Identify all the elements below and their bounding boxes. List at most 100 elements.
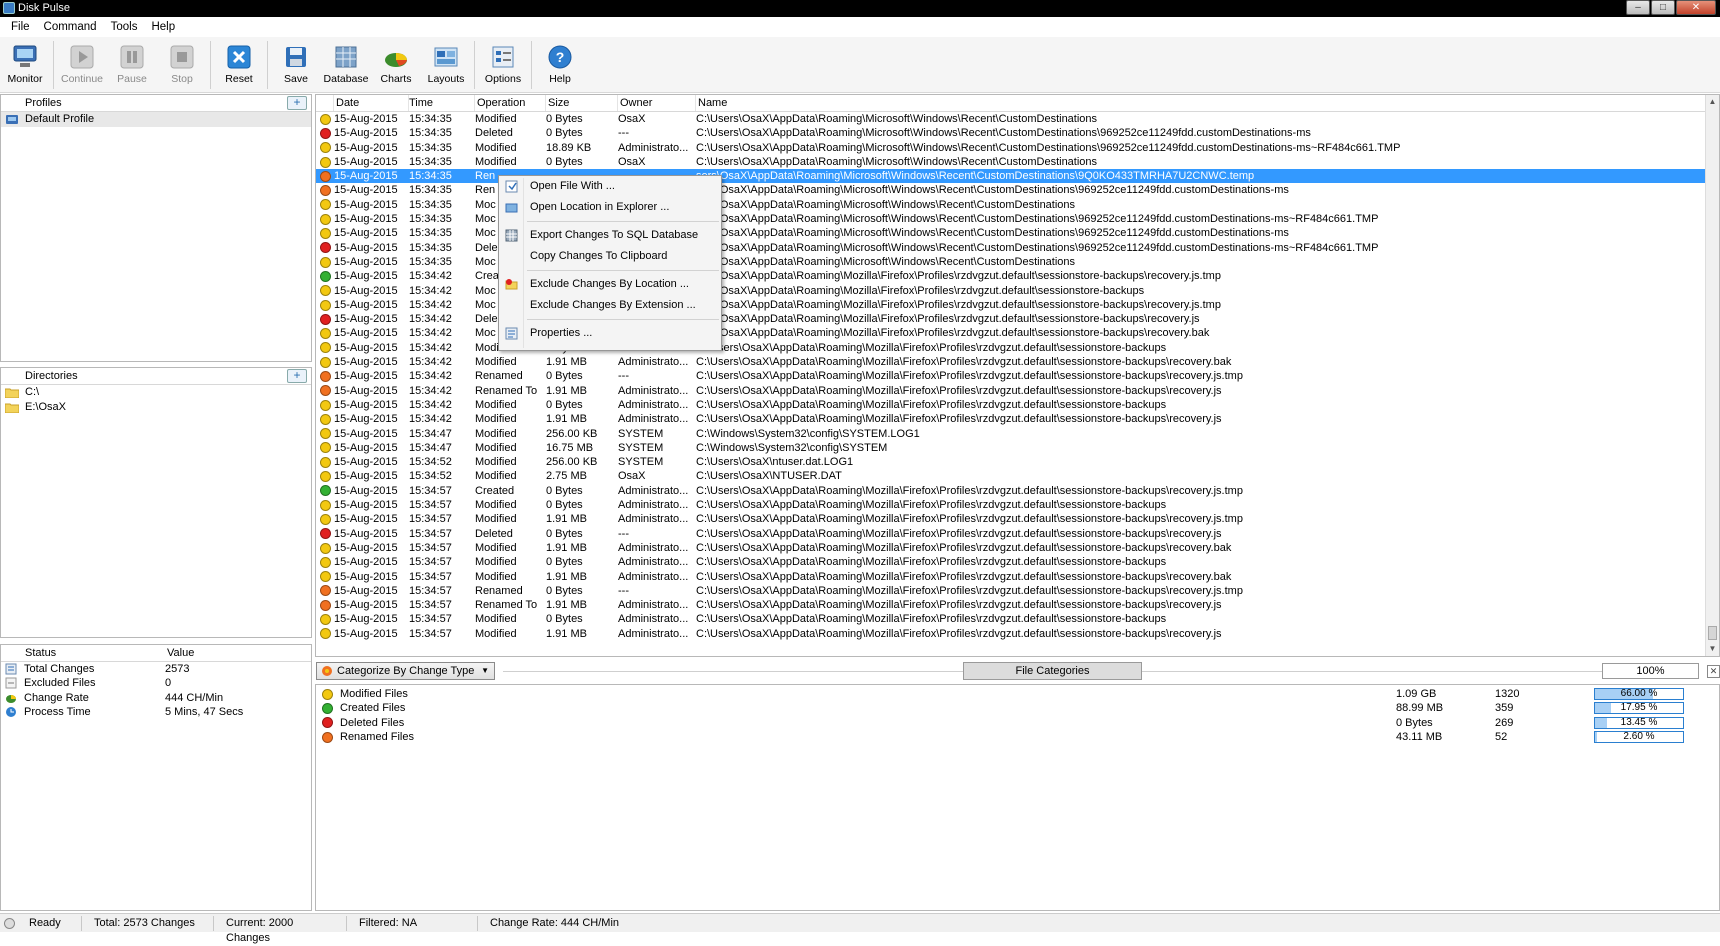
charts-button[interactable]: Charts [371,37,421,92]
menu-copy-changes-to-clipboard[interactable]: Copy Changes To Clipboard [499,246,721,267]
category-size: 88.99 MB [1396,702,1444,715]
excluded-files-icon [5,677,17,689]
table-row[interactable]: 15-Aug-2015 15:34:57 Renamed 0 Bytes --- C:\U… [316,584,1719,598]
menu-exclude-changes-by-location[interactable]: Exclude Changes By Location ... [499,274,721,295]
name-cell: sers\OsaX\AppData\Roaming\Mozilla\Firefo… [696,284,1145,297]
monitor-button[interactable]: Monitor [0,37,50,92]
table-row[interactable]: 15-Aug-2015 15:34:52 Modified 2.75 MB OsaX C:… [316,469,1719,483]
table-row[interactable]: 15-Aug-2015 15:34:57 Renamed To 1.91 MB Admi… [316,598,1719,612]
toolbar-label: Options [484,73,522,85]
category-row[interactable]: Renamed Files 43.11 MB 52 2.60 % [316,730,1719,744]
menu-help[interactable]: Help [144,21,182,33]
directory-item[interactable]: C:\ [1,385,311,400]
menu-tools[interactable]: Tools [104,21,145,33]
table-row[interactable]: 15-Aug-2015 15:34:57 Modified 1.91 MB Admini… [316,627,1719,641]
col-date[interactable]: Date [334,95,409,111]
table-row[interactable]: 15-Aug-2015 15:34:57 Deleted 0 Bytes --- C:\U… [316,527,1719,541]
table-row[interactable]: 15-Aug-2015 15:34:42 Modified 1.91 MB Admini… [316,355,1719,369]
options-button[interactable]: Options [478,37,528,92]
reset-button[interactable]: Reset [214,37,264,92]
scroll-up-icon[interactable]: ▲ [1706,95,1719,109]
profiles-pane: Profiles + Default Profile [0,94,312,362]
date-cell: 15-Aug-2015 [334,184,398,197]
layouts-button[interactable]: Layouts [421,37,471,92]
menu-properties[interactable]: Properties ... [499,323,721,344]
table-row[interactable]: 15-Aug-2015 15:34:47 Modified 256.00 KB SYST… [316,427,1719,441]
menu-file[interactable]: File [4,21,37,33]
category-row[interactable]: Deleted Files 0 Bytes 269 13.45 % [316,716,1719,730]
size-cell: 0 Bytes [546,484,583,497]
menu-open-location-in-explorer[interactable]: Open Location in Explorer ... [499,197,721,218]
category-row[interactable]: Modified Files 1.09 GB 1320 66.00 % [316,687,1719,701]
table-row[interactable]: 15-Aug-2015 15:34:57 Modified 0 Bytes Admini… [316,498,1719,512]
pause-button[interactable]: Pause [107,37,157,92]
name-cell: sers\OsaX\AppData\Roaming\Microsoft\Wind… [696,184,1289,197]
table-row[interactable]: 15-Aug-2015 15:34:57 Modified 1.91 MB Admini… [316,541,1719,555]
table-row[interactable]: 15-Aug-2015 15:34:57 Modified 0 Bytes Admini… [316,555,1719,569]
table-row[interactable]: 15-Aug-2015 15:34:57 Modified 1.91 MB Admini… [316,512,1719,526]
category-row[interactable]: Created Files 88.99 MB 359 17.95 % [316,701,1719,715]
table-row[interactable]: 15-Aug-2015 15:34:35 Modified 18.89 KB Admin… [316,141,1719,155]
close-categories-icon[interactable]: ✕ [1707,664,1720,678]
vertical-scrollbar[interactable]: ▲ ▼ [1705,95,1719,656]
table-row[interactable]: 15-Aug-2015 15:34:57 Modified 0 Bytes Admini… [316,612,1719,626]
category-size: 43.11 MB [1396,730,1443,743]
col-time[interactable]: Time [409,95,475,111]
status-value: 0 [165,677,172,690]
time-cell: 15:34:57 [409,499,452,512]
add-directory-button[interactable]: + [287,369,307,383]
directory-item[interactable]: E:\OsaX [1,400,311,415]
stop-button[interactable]: Stop [157,37,207,92]
table-row[interactable]: 15-Aug-2015 15:34:42 Renamed To 1.91 MB Admi… [316,384,1719,398]
name-cell: C:\Users\OsaX\AppData\Roaming\Mozilla\Fi… [696,341,1167,354]
database-button[interactable]: Database [321,37,371,92]
date-cell: 15-Aug-2015 [334,270,398,283]
menu-command[interactable]: Command [37,21,104,33]
file-categories-button[interactable]: File Categories [963,662,1142,680]
operation-cell: Renamed To [475,384,538,397]
close-button[interactable]: ✕ [1676,0,1716,15]
scroll-down-icon[interactable]: ▼ [1706,642,1719,656]
status-change-rate: Change Rate: 444 CH/Min [490,916,620,929]
size-cell: 0 Bytes [546,127,583,140]
table-row[interactable]: 15-Aug-2015 15:34:47 Modified 16.75 MB SYSTE… [316,441,1719,455]
menu-exclude-changes-by-extension[interactable]: Exclude Changes By Extension ... [499,295,721,316]
col-name[interactable]: Name [696,95,1719,111]
categorize-dropdown[interactable]: Categorize By Change Type ▼ [316,662,495,680]
table-row[interactable]: 15-Aug-2015 15:34:52 Modified 256.00 KB SYST… [316,455,1719,469]
table-row[interactable]: 15-Aug-2015 15:34:42 Modified 1.91 MB Admini… [316,412,1719,426]
status-row: Change Rate 444 CH/Min [1,691,311,705]
col-operation[interactable]: Operation [475,95,546,111]
operation-cell: Modified [475,470,517,483]
category-percent: 13.45 % [1620,716,1658,728]
help-button[interactable]: ? Help [535,37,585,92]
save-button[interactable]: Save [271,37,321,92]
table-row[interactable]: 15-Aug-2015 15:34:57 Created 0 Bytes Adminis… [316,484,1719,498]
size-cell: 1.91 MB [546,413,587,426]
table-row[interactable]: 15-Aug-2015 15:34:57 Modified 1.91 MB Admini… [316,570,1719,584]
profile-item[interactable]: Default Profile [1,112,311,127]
table-row[interactable]: 15-Aug-2015 15:34:35 Modified 0 Bytes OsaX C:… [316,112,1719,126]
add-profile-button[interactable]: + [287,96,307,110]
scroll-thumb[interactable] [1708,626,1717,640]
maximize-button[interactable]: □ [1651,0,1675,15]
modified-status-icon [319,199,331,211]
col-owner[interactable]: Owner [618,95,696,111]
table-row[interactable]: 15-Aug-2015 15:34:35 Deleted 0 Bytes --- C:\U… [316,126,1719,140]
name-cell: C:\Users\OsaX\AppData\Roaming\Microsoft\… [696,127,1311,140]
operation-cell: Deleted [475,527,513,540]
status-ready: Ready [29,916,61,929]
folder-icon [5,388,19,398]
zoom-level[interactable]: 100% [1602,663,1699,679]
minimize-button[interactable]: – [1626,0,1650,15]
continue-button[interactable]: Continue [57,37,107,92]
table-row[interactable]: 15-Aug-2015 15:34:42 Renamed 0 Bytes --- C:\U… [316,369,1719,383]
menu-open-file-with[interactable]: Open File With ... [499,176,721,197]
table-row[interactable]: 15-Aug-2015 15:34:42 Modified 0 Bytes Admini… [316,398,1719,412]
status-key: Total Changes [24,663,95,675]
size-cell: 16.75 MB [546,441,594,454]
col-size[interactable]: Size [546,95,618,111]
table-row[interactable]: 15-Aug-2015 15:34:35 Modified 0 Bytes OsaX C:… [316,155,1719,169]
app-icon [3,2,15,14]
menu-export-changes-to-sql-database[interactable]: Export Changes To SQL Database [499,225,721,246]
